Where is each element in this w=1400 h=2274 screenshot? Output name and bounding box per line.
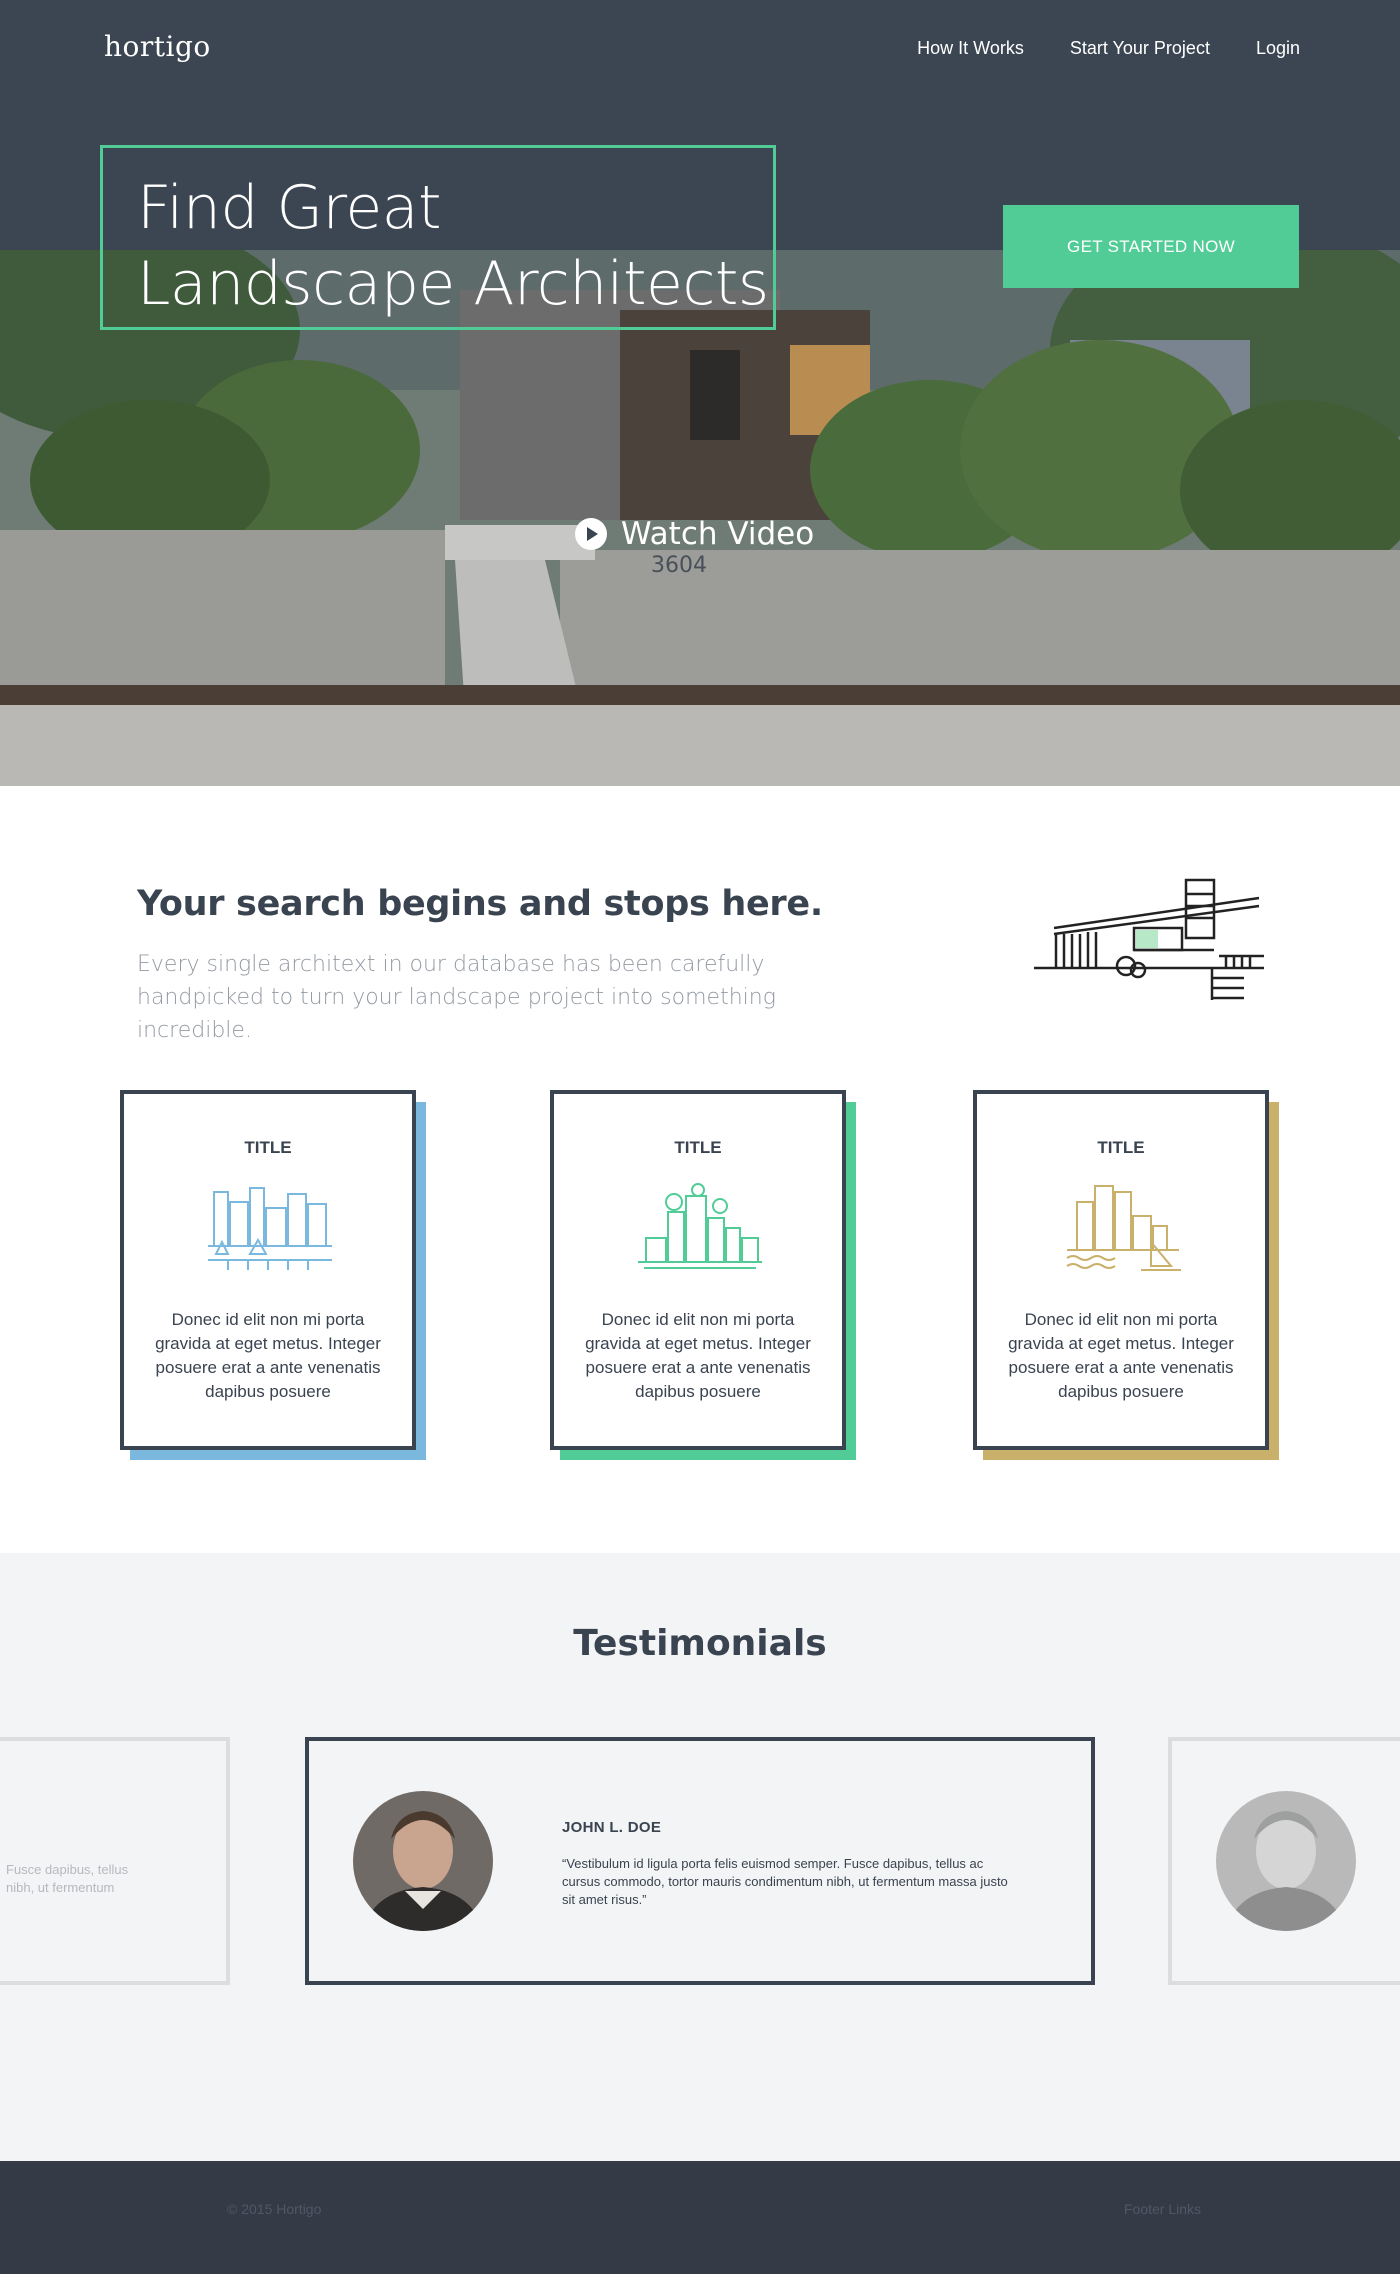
headline-line-1: Find Great: [137, 173, 442, 243]
testimonial-card-active: JOHN L. DOE “Vestibulum id ligula porta …: [305, 1737, 1095, 1985]
watch-video-button[interactable]: Watch Video: [575, 516, 814, 552]
footer-copyright: © 2015 Hortigo: [227, 2201, 322, 2217]
modern-house-icon: [1034, 878, 1264, 1000]
testimonial-card-next[interactable]: [1168, 1737, 1400, 1985]
play-icon[interactable]: [575, 518, 607, 550]
feature-card-1[interactable]: TITLE Donec id elit non mi porta gravida…: [120, 1090, 426, 1460]
card-title: TITLE: [1097, 1138, 1145, 1157]
hero-section: hortigo How It Works Start Your Project …: [0, 0, 1400, 786]
card-text: Donec id elit non mi porta gravida at eg…: [585, 1310, 811, 1401]
harbor-city-icon: [1066, 1185, 1181, 1271]
hortigo-logo[interactable]: hortigo: [104, 30, 211, 63]
testimonial-name: JOHN L. DOE: [562, 1819, 662, 1836]
testimonials-section: Testimonials Fusce dapibus, tellus nibh,…: [0, 1553, 1400, 2161]
green-city-icon: [638, 1183, 762, 1269]
headline-box: Find Great Landscape Architects: [100, 145, 776, 330]
testimonial-quote: “Vestibulum id ligula porta felis euismo…: [562, 1856, 1008, 1907]
main-nav: How It Works Start Your Project Login: [917, 38, 1300, 59]
search-section-description: Every single architext in our database h…: [137, 952, 776, 1043]
testimonial-card-prev[interactable]: Fusce dapibus, tellus nibh, ut fermentum: [0, 1737, 230, 1985]
card-body: TITLE Donec id elit non mi porta gravida…: [550, 1090, 846, 1450]
get-started-button[interactable]: GET STARTED NOW: [1003, 205, 1299, 288]
nav-how-it-works[interactable]: How It Works: [917, 38, 1024, 59]
prev-testimonial-quote: Fusce dapibus, tellus nibh, ut fermentum: [6, 1862, 129, 1895]
hero-headline: Find Great Landscape Architects: [137, 170, 773, 322]
testimonials-title: Testimonials: [573, 1623, 827, 1664]
footer-links[interactable]: Footer Links: [1124, 2201, 1201, 2217]
feature-card-3[interactable]: TITLE Donec id elit non mi porta gravida…: [973, 1090, 1279, 1460]
headline-line-2: Landscape Architects: [137, 249, 769, 319]
nav-login[interactable]: Login: [1256, 38, 1300, 59]
watch-video-label[interactable]: Watch Video: [621, 516, 814, 552]
search-section-title: Your search begins and stops here.: [137, 884, 823, 924]
card-text: Donec id elit non mi porta gravida at eg…: [1008, 1310, 1234, 1401]
avatar: [1216, 1791, 1356, 1931]
watch-video-count: 3604: [651, 553, 707, 578]
card-title: TITLE: [244, 1138, 292, 1157]
avatar: [353, 1791, 493, 1931]
card-title: TITLE: [674, 1138, 722, 1157]
feature-card-2[interactable]: TITLE Donec id elit non mi porta gravida…: [550, 1090, 856, 1460]
card-body: TITLE Donec id elit non mi porta gravida…: [973, 1090, 1269, 1450]
card-body: TITLE Donec id elit non mi porta gravida…: [120, 1090, 416, 1450]
city-skyline-icon: [208, 1187, 332, 1270]
card-text: Donec id elit non mi porta gravida at eg…: [155, 1310, 381, 1401]
nav-start-your-project[interactable]: Start Your Project: [1070, 38, 1210, 59]
footer: © 2015 Hortigo Footer Links: [0, 2161, 1400, 2274]
